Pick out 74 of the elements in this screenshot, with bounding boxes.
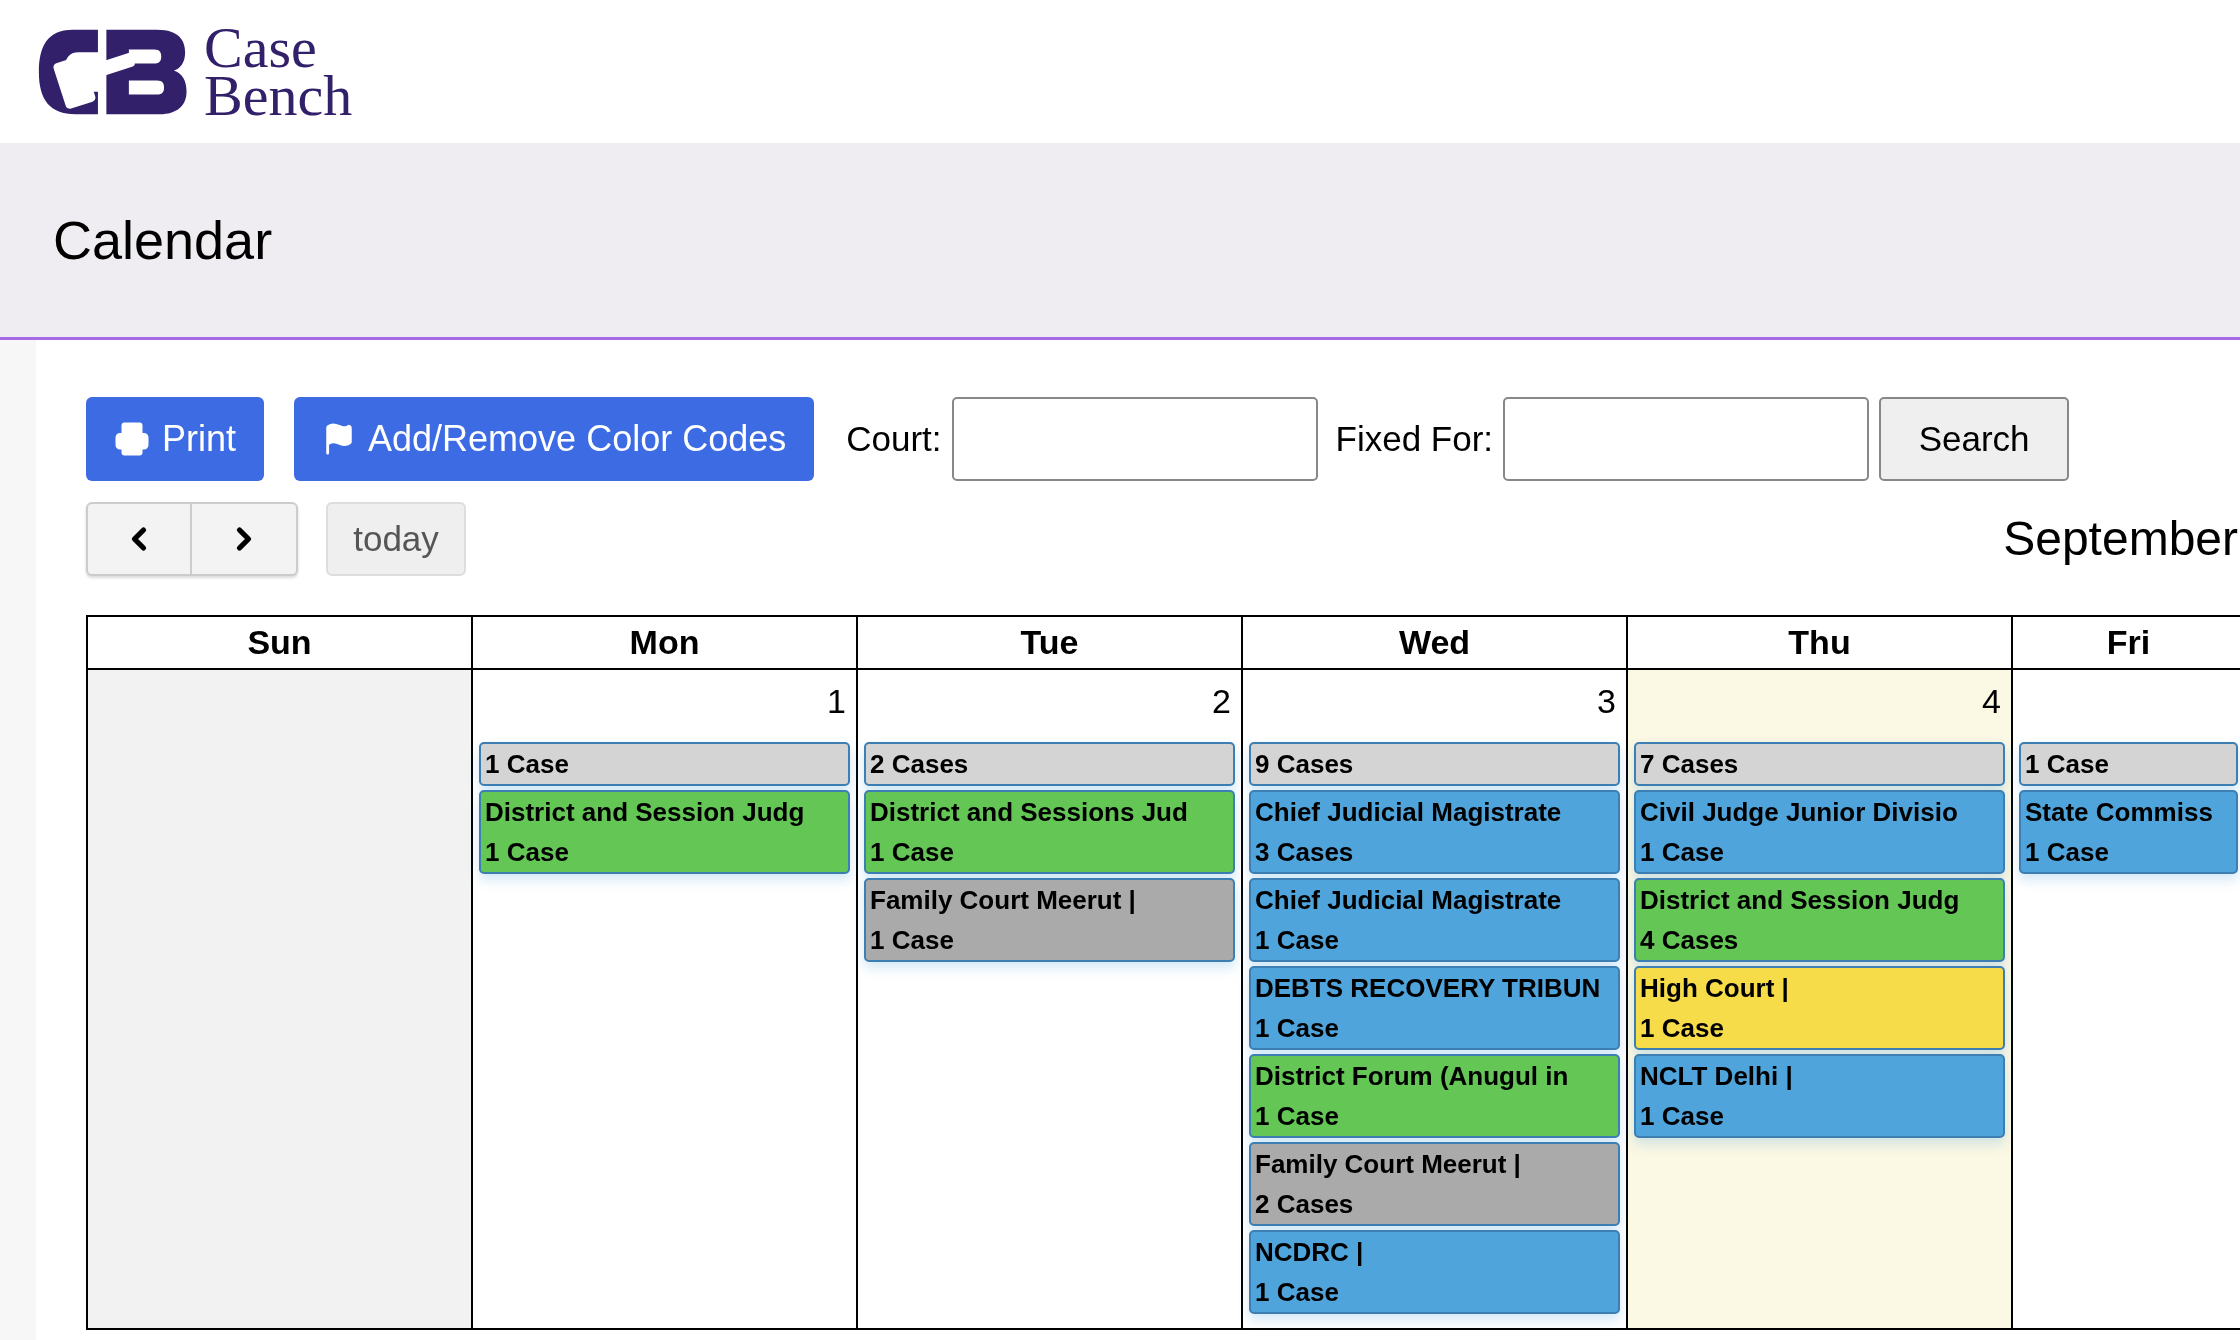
today-button[interactable]: today [326, 502, 466, 576]
logo-text: Bench [204, 71, 353, 120]
event-count: 1 Case [1255, 1276, 1340, 1309]
court-event[interactable]: Civil Judge Junior Divisio 1 Case [1634, 790, 2005, 874]
court-event[interactable]: DEBTS RECOVERY TRIBUN 1 Case [1249, 966, 1620, 1050]
event-count: 1 Case [1255, 1012, 1340, 1045]
event-count: 3 Cases [1255, 836, 1355, 869]
court-event[interactable]: District and Sessions Jud 1 Case [864, 790, 1235, 874]
print-button[interactable]: Print [86, 397, 265, 481]
court-event[interactable]: State Commiss 1 Case [2019, 790, 2238, 874]
event-count: 1 Case [870, 836, 955, 869]
court-event[interactable]: Family Court Meerut | 1 Case [864, 878, 1235, 962]
court-event[interactable]: District and Session Judg 1 Case [479, 790, 850, 874]
event-title: 1 Case [2025, 748, 2110, 781]
weekday-header: Mon [629, 622, 700, 663]
event-title: Chief Judicial Magistrate [1255, 796, 1563, 829]
case-count-event[interactable]: 7 Cases [1634, 742, 2005, 786]
event-title: Family Court Meerut | [870, 884, 1137, 917]
fixed-for-label: Fixed For: [1335, 417, 1494, 460]
event-title: District and Session Judg [485, 796, 806, 829]
court-event[interactable]: NCLT Delhi | 1 Case [1634, 1054, 2005, 1138]
day-number: 3 [1597, 681, 1616, 722]
weekday-header: Thu [1788, 622, 1851, 663]
weekday-header: Sun [247, 622, 312, 663]
court-event[interactable]: Family Court Meerut | 2 Cases [1249, 1142, 1620, 1226]
court-event[interactable]: District and Session Judg 4 Cases [1634, 878, 2005, 962]
court-event[interactable]: NCDRC | 1 Case [1249, 1230, 1620, 1314]
event-title: 1 Case [485, 748, 570, 781]
logo-text: Case [204, 23, 317, 72]
day-number: 1 [827, 681, 846, 722]
weekday-header: Fri [2106, 622, 2151, 663]
fixed-for-field[interactable] [1503, 397, 1870, 481]
case-count-event[interactable]: 1 Case [2019, 742, 2238, 786]
weekday-header: Wed [1398, 622, 1471, 663]
event-title: District and Sessions Jud [870, 796, 1189, 829]
event-title: Chief Judicial Magistrate [1255, 884, 1563, 917]
event-count: 1 Case [1640, 1012, 1725, 1045]
event-count: 1 Case [485, 836, 570, 869]
event-count: 1 Case [1640, 836, 1725, 869]
event-title: NCLT Delhi | [1640, 1060, 1794, 1093]
court-event[interactable]: High Court | 1 Case [1634, 966, 2005, 1050]
weekday-header: Tue [1020, 622, 1079, 663]
event-title: State Commiss [2025, 796, 2214, 829]
event-count: 2 Cases [1255, 1188, 1355, 1221]
court-field[interactable] [951, 397, 1318, 481]
event-count: 1 Case [870, 924, 955, 957]
event-count: 4 Cases [1640, 924, 1740, 957]
month-title: September [2003, 511, 2238, 567]
court-event[interactable]: Chief Judicial Magistrate 1 Case [1249, 878, 1620, 962]
event-title: 9 Cases [1255, 748, 1355, 781]
event-title: 7 Cases [1640, 748, 1740, 781]
case-count-event[interactable]: 1 Case [479, 742, 850, 786]
event-title: District Forum (Anugul in [1255, 1060, 1570, 1093]
event-title: Civil Judge Junior Divisio [1640, 796, 1959, 829]
search-button[interactable]: Search [1879, 397, 2070, 481]
day-number: 4 [1982, 681, 2001, 722]
court-label: Court: [846, 417, 942, 460]
case-count-event[interactable]: 9 Cases [1249, 742, 1620, 786]
court-event[interactable]: Chief Judicial Magistrate 3 Cases [1249, 790, 1620, 874]
page-title: Calendar [53, 208, 273, 272]
event-count: 1 Case [1255, 924, 1340, 957]
color-codes-button[interactable]: Add/Remove Color Codes [294, 397, 815, 481]
event-count: 1 Case [2025, 836, 2110, 869]
event-title: DEBTS RECOVERY TRIBUN [1255, 972, 1602, 1005]
event-title: NCDRC | [1255, 1236, 1365, 1269]
court-event[interactable]: District Forum (Anugul in 1 Case [1249, 1054, 1620, 1138]
event-count: 1 Case [1640, 1100, 1725, 1133]
day-number: 2 [1212, 681, 1231, 722]
event-title: 2 Cases [870, 748, 970, 781]
case-count-event[interactable]: 2 Cases [864, 742, 1235, 786]
event-count: 1 Case [1255, 1100, 1340, 1133]
event-title: Family Court Meerut | [1255, 1148, 1522, 1181]
event-title: District and Session Judg [1640, 884, 1961, 917]
event-title: High Court | [1640, 972, 1790, 1005]
